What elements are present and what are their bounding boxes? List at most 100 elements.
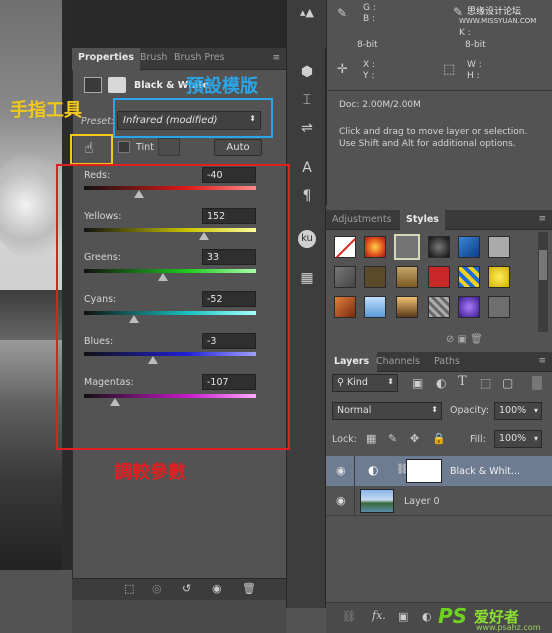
tint-color-swatch[interactable] xyxy=(158,138,180,156)
layer-row-0[interactable]: ◉ Layer 0 xyxy=(326,486,552,516)
style-swatch-14[interactable] xyxy=(364,296,386,318)
style-swatch-18[interactable] xyxy=(488,296,510,318)
lock-transparent-icon[interactable]: ▦ xyxy=(366,432,376,445)
brush-icon[interactable]: ⌶ xyxy=(297,92,317,110)
tab-styles[interactable]: Styles xyxy=(400,210,445,230)
w-label: W : xyxy=(467,60,482,70)
style-swatch-4[interactable] xyxy=(428,236,450,258)
auto-button[interactable]: Auto xyxy=(214,139,262,156)
search-icon: ⚲ xyxy=(337,377,347,388)
tool-presets-icon[interactable]: ⇌ xyxy=(297,120,317,138)
layer-mask-thumbnail[interactable] xyxy=(406,459,442,483)
dock-top: ▴▲ xyxy=(286,0,326,48)
layer-thumbnail[interactable] xyxy=(360,489,394,513)
shape-filter-icon[interactable]: ⬚ xyxy=(480,376,491,390)
style-swatch-12[interactable] xyxy=(488,266,510,288)
layer-comps-icon[interactable]: ▦ xyxy=(297,270,317,288)
adjustment-layer-icon: ◐ xyxy=(368,463,379,477)
delete-icon[interactable]: 🗑 xyxy=(242,582,256,595)
character-icon[interactable]: A xyxy=(297,160,317,178)
smart-object-filter-icon[interactable]: ▢ xyxy=(502,376,513,390)
fx-icon[interactable]: fx. xyxy=(372,609,386,622)
reset-icon[interactable]: ↺ xyxy=(182,582,191,595)
fill-value: 100% xyxy=(499,433,527,444)
layers-menu-icon[interactable]: ≡ xyxy=(538,356,546,366)
finger-tool-annotation-box xyxy=(70,134,113,165)
tab-adjustments[interactable]: Adjustments xyxy=(332,214,392,225)
layers-panel: Layers Channels Paths ≡ ⚲ Kind ⬍ ▣ ◐ T ⬚… xyxy=(326,352,552,633)
blend-mode-value: Normal xyxy=(337,405,372,416)
fill-input[interactable]: 100% ▾ xyxy=(494,430,542,448)
layer-name[interactable]: Layer 0 xyxy=(404,496,440,507)
y-label: Y : xyxy=(363,71,375,81)
visibility-icon[interactable]: ◉ xyxy=(212,582,222,595)
visibility-eye-icon[interactable]: ◉ xyxy=(336,464,346,477)
hint-line-1: Click and drag to move layer or selectio… xyxy=(339,127,528,137)
info-panel: ✎ G : B : ✎ 思缘设计论坛 WWW.MISSYUAN.COM K : … xyxy=(326,0,552,205)
document-area xyxy=(72,0,286,48)
opacity-input[interactable]: 100% ▾ xyxy=(494,402,542,420)
doc-size: Doc: 2.00M/2.00M xyxy=(339,100,421,110)
style-swatch-9[interactable] xyxy=(396,266,418,288)
layer-name[interactable]: Black & Whit... xyxy=(450,466,520,477)
params-annotation-text: 調較參數 xyxy=(114,462,186,483)
link-layers-icon[interactable]: ⛓ xyxy=(342,610,356,623)
filter-toggle[interactable] xyxy=(532,376,542,390)
tab-channels[interactable]: Channels xyxy=(376,356,420,367)
filter-kind-dropdown[interactable]: ⚲ Kind ⬍ xyxy=(332,374,398,392)
lock-label: Lock: xyxy=(332,434,357,445)
view-previous-icon[interactable]: ◎ xyxy=(152,582,162,595)
lock-all-icon[interactable]: 🔒 xyxy=(432,432,446,445)
visibility-eye-icon[interactable]: ◉ xyxy=(336,494,346,507)
params-annotation-box xyxy=(56,164,290,450)
kuler-icon[interactable]: ku xyxy=(298,230,316,248)
styles-scrollbar[interactable] xyxy=(538,232,548,332)
lock-position-icon[interactable]: ✥ xyxy=(410,432,419,445)
layer-row-bw[interactable]: ◉ ◐ ⛓ Black & Whit... xyxy=(326,456,552,486)
tab-brush[interactable]: Brush xyxy=(140,52,167,63)
histogram-icon[interactable]: ▴▲ xyxy=(297,6,317,24)
styles-menu-icon[interactable]: ≡ xyxy=(538,214,546,224)
style-swatch-3[interactable] xyxy=(394,234,420,260)
preset-label: Preset: xyxy=(81,116,115,127)
add-mask-icon[interactable]: ▣ xyxy=(398,610,408,623)
lock-image-icon[interactable]: ✎ xyxy=(388,432,397,445)
tab-properties[interactable]: Properties xyxy=(72,48,140,70)
type-filter-icon[interactable]: T xyxy=(458,374,467,389)
bit-depth-left: 8-bit xyxy=(357,40,378,50)
tint-checkbox[interactable] xyxy=(118,141,130,153)
bw-adjustment-icon xyxy=(84,77,102,93)
style-swatch-17[interactable] xyxy=(458,296,480,318)
tab-brush-presets[interactable]: Brush Pres xyxy=(174,52,225,63)
tab-paths[interactable]: Paths xyxy=(434,356,460,367)
pixel-filter-icon[interactable]: ▣ xyxy=(412,376,423,390)
style-swatch-15[interactable] xyxy=(396,296,418,318)
info-watermark-url: WWW.MISSYUAN.COM xyxy=(459,17,537,25)
style-swatch-5[interactable] xyxy=(458,236,480,258)
style-swatch-2[interactable] xyxy=(364,236,386,258)
style-swatch-13[interactable] xyxy=(334,296,356,318)
mask-icon[interactable] xyxy=(108,77,126,93)
preset-annotation-text: 預設模版 xyxy=(186,76,258,97)
adjustment-filter-icon[interactable]: ◐ xyxy=(436,376,446,390)
panel-menu-icon[interactable]: ≡ xyxy=(272,53,280,63)
selection-size-icon: ⬚ xyxy=(443,62,456,77)
bit-depth-right: 8-bit xyxy=(465,40,486,50)
finger-tool-annotation-text: 手指工具 xyxy=(10,100,82,121)
paragraph-icon[interactable]: ¶ xyxy=(297,188,317,206)
style-swatch-10[interactable] xyxy=(428,266,450,288)
3d-icon[interactable]: ⬢ xyxy=(297,64,317,82)
tab-layers[interactable]: Layers xyxy=(326,352,378,372)
new-adjustment-icon[interactable]: ◐ xyxy=(422,610,432,623)
eyedropper-icon: ✎ xyxy=(337,6,348,20)
style-swatch-8[interactable] xyxy=(364,266,386,288)
preset-annotation-box xyxy=(113,98,273,138)
style-swatch-6[interactable] xyxy=(488,236,510,258)
blend-mode-dropdown[interactable]: Normal ⬍ xyxy=(332,402,442,420)
clip-to-layer-icon[interactable]: ⬚ xyxy=(124,582,134,595)
styles-delete-icons[interactable]: ⊘ ▣ 🗑 xyxy=(446,334,483,345)
style-swatch-11[interactable] xyxy=(458,266,480,288)
style-none[interactable] xyxy=(334,236,356,258)
style-swatch-16[interactable] xyxy=(428,296,450,318)
style-swatch-7[interactable] xyxy=(334,266,356,288)
